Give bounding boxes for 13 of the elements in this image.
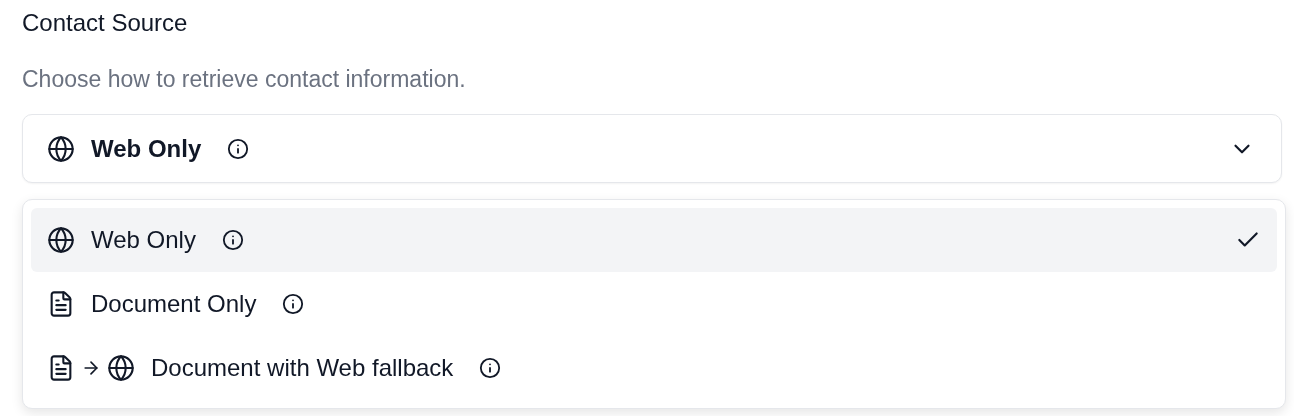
contact-source-select[interactable]: Web Only	[22, 114, 1282, 183]
info-icon[interactable]	[479, 357, 502, 379]
globe-icon	[107, 354, 135, 382]
dropdown-option[interactable]: Document Only	[31, 272, 1277, 336]
field-label: Contact Source	[22, 8, 189, 38]
info-icon[interactable]	[282, 293, 305, 315]
info-icon[interactable]	[227, 137, 250, 160]
globe-icon	[47, 226, 75, 254]
field-description: Choose how to retrieve contact information.	[22, 65, 467, 94]
dropdown-option[interactable]: Document with Web fallback	[31, 336, 1277, 400]
globe-icon	[47, 134, 75, 163]
dropdown-option[interactable]: Web Only	[31, 208, 1277, 272]
info-icon[interactable]	[221, 229, 244, 251]
